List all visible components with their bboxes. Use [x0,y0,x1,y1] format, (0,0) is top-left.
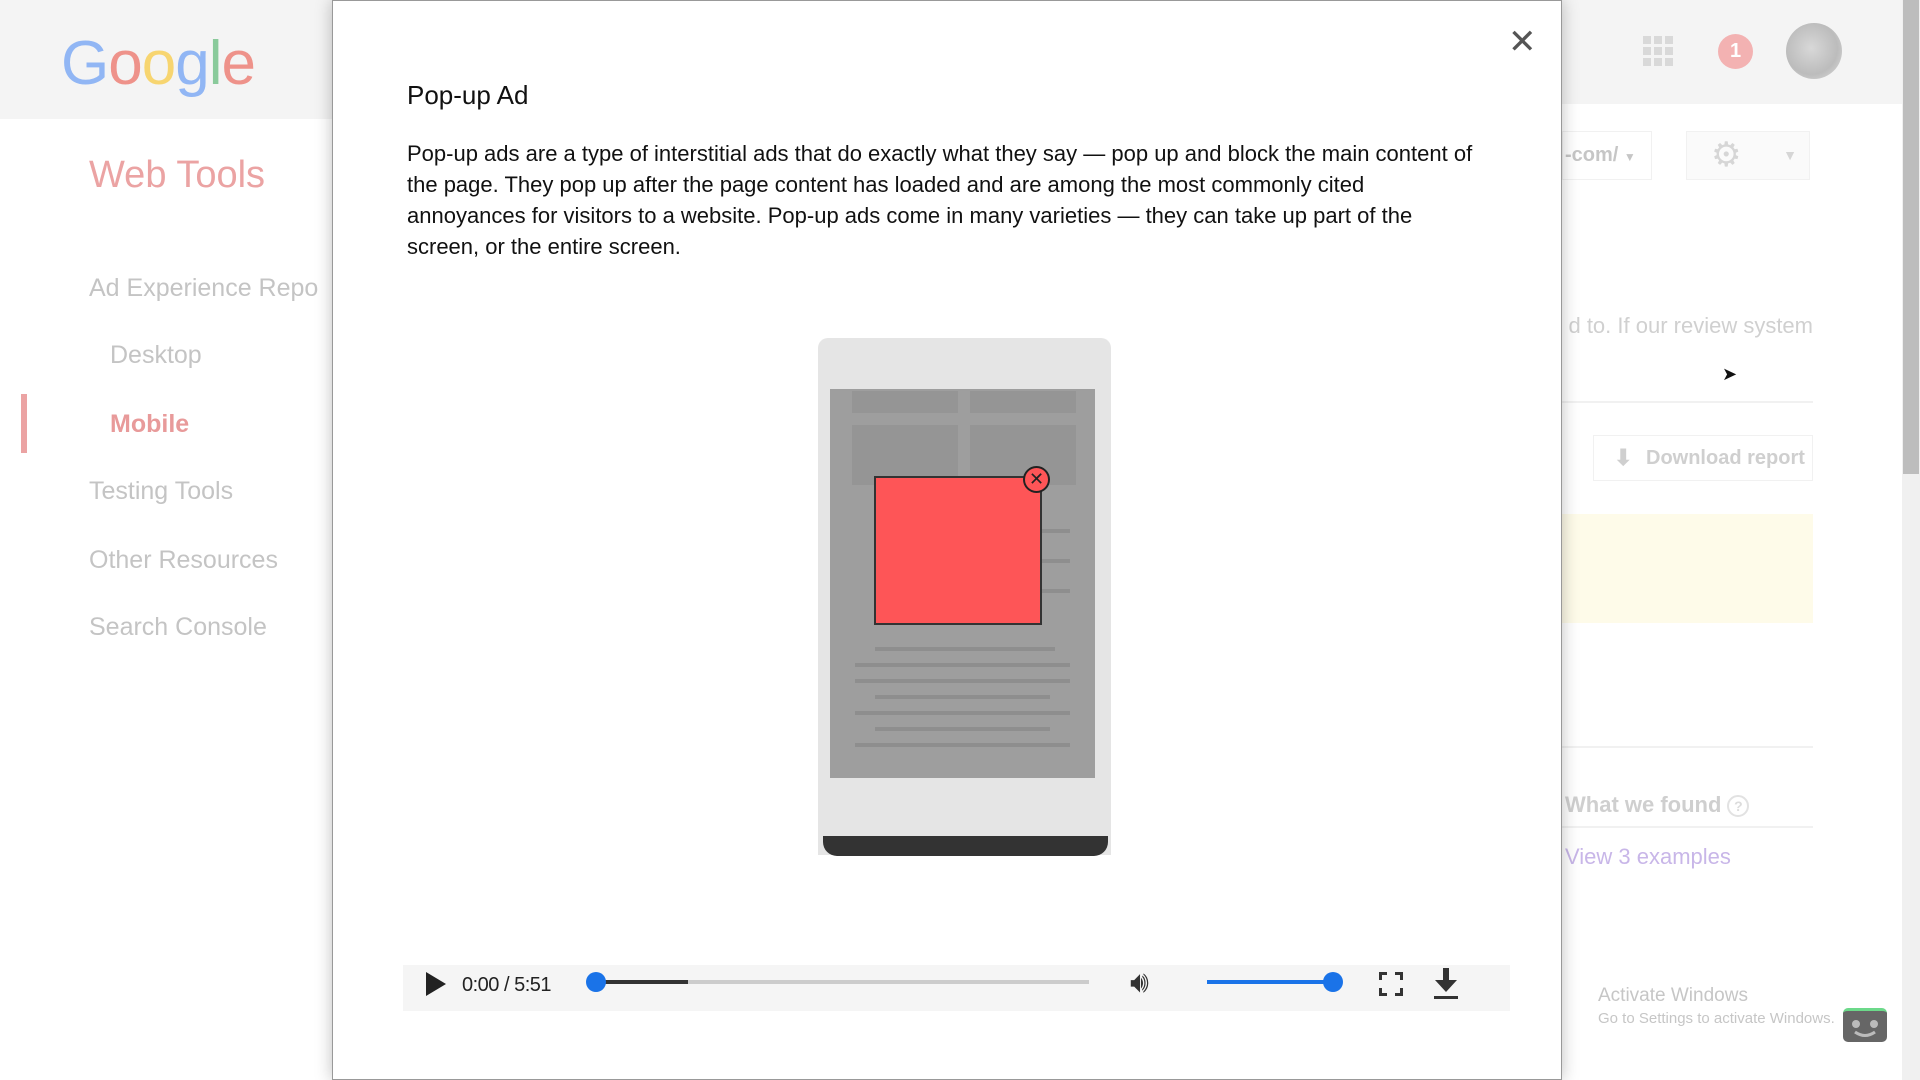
text-line [855,663,1070,667]
popup-ad-box [874,476,1042,625]
text-line [875,727,1050,731]
scrollbar-thumb[interactable] [1903,0,1919,474]
sidebar-item-desktop[interactable]: Desktop [110,341,202,370]
text-line [855,711,1070,715]
site-selector-label: -com/ [1565,144,1619,166]
active-indicator [21,394,27,453]
video-time: 0:00 / 5:51 [462,974,552,996]
sidebar-item-testing-tools[interactable]: Testing Tools [89,477,233,506]
text-line [855,679,1070,683]
settings-button[interactable]: ⚙ ▼ [1686,131,1810,180]
sidebar-item-mobile[interactable]: Mobile [110,410,189,439]
activate-windows-subtitle: Go to Settings to activate Windows. [1598,1010,1835,1027]
divider [1562,826,1813,828]
fullscreen-icon[interactable] [1379,972,1403,996]
activate-windows-title: Activate Windows [1598,985,1748,1006]
download-report-label: Download report [1646,447,1805,469]
text-line [875,695,1050,699]
chevron-down-icon: ▼ [1783,147,1797,163]
text-line [855,743,1070,747]
what-we-found-heading: What we found? [1565,792,1750,818]
divider [1562,401,1813,403]
site-selector-dropdown[interactable]: -com/ ▼ [1562,131,1652,180]
notification-badge[interactable]: 1 [1718,34,1753,69]
notice-box [1562,514,1813,623]
download-report-button[interactable]: ⬇ Download report [1593,435,1813,481]
mouse-cursor-icon: ➤ [1722,364,1738,384]
review-text-content: d to. If our review system [1568,313,1813,338]
apps-grid-icon[interactable] [1643,36,1673,66]
gear-icon: ⚙ [1711,136,1742,174]
sidebar-title[interactable]: Web Tools [89,154,265,197]
avatar[interactable] [1786,23,1842,79]
google-logo[interactable]: Google [61,28,256,99]
content-block [852,391,958,413]
seek-thumb[interactable] [586,972,606,992]
modal-title: Pop-up Ad [407,80,529,110]
volume-fill [1207,980,1333,984]
modal-description: Pop-up ads are a type of interstitial ad… [407,141,1473,259]
divider [1562,746,1813,748]
text-line [875,647,1055,651]
ad-close-icon: ✕ [1023,466,1050,493]
help-icon[interactable]: ? [1727,795,1750,818]
sidebar-item-other-resources[interactable]: Other Resources [89,546,278,575]
volume-thumb[interactable] [1323,972,1343,992]
sidebar-item-ad-experience-report[interactable]: Ad Experience Repo [89,274,318,303]
volume-icon[interactable]: 🔊︎ [1130,966,1149,1000]
view-examples-link[interactable]: View 3 examples [1565,844,1731,870]
play-icon[interactable] [426,972,446,996]
video-controls [403,965,1510,1011]
content-block [970,391,1076,413]
what-we-found-label: What we found [1565,792,1722,817]
buffered-bar [594,980,689,984]
download-icon[interactable] [1433,968,1459,1000]
robot-icon[interactable] [1843,1008,1887,1042]
review-text: d to. If our review system [1562,313,1813,339]
download-icon: ⬇ [1614,445,1633,470]
phone-base [823,836,1108,856]
sidebar-item-search-console[interactable]: Search Console [89,613,267,642]
chevron-down-icon: ▼ [1623,150,1636,164]
close-icon[interactable]: ✕ [1508,22,1537,62]
